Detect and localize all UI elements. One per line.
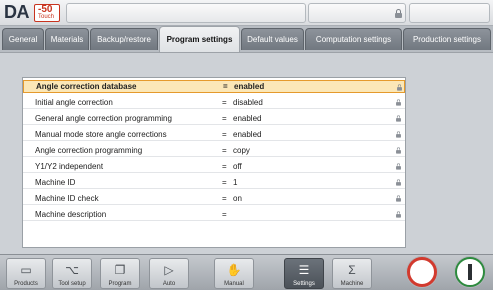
folder-icon: ▭ <box>20 263 32 277</box>
equals-sign: = <box>222 129 227 139</box>
nav-label: Products <box>14 281 38 287</box>
nav-tool-setup-button[interactable]: ⌥ Tool setup <box>52 258 92 289</box>
setting-row-angle-correction-database[interactable]: Angle correction database = enabled <box>23 80 405 93</box>
setting-value: enabled <box>234 82 265 91</box>
setting-label: Y1/Y2 independent <box>35 161 104 171</box>
setting-label: Machine description <box>35 209 107 219</box>
setting-value: on <box>233 193 242 203</box>
setting-row-initial-angle-correction[interactable]: Initial angle correction = disabled <box>23 96 405 109</box>
setting-label: Angle correction programming <box>35 145 143 155</box>
tab-backup-restore[interactable]: Backup/restore <box>90 28 158 50</box>
settings-list: Angle correction database = enabled Init… <box>22 77 406 248</box>
setting-value: off <box>233 161 242 171</box>
setting-row-machine-id-check[interactable]: Machine ID check = on <box>23 192 405 205</box>
lock-icon <box>396 211 401 218</box>
lock-icon <box>396 147 401 154</box>
list-icon: ☰ <box>298 263 310 277</box>
nav-label: Settings <box>293 281 315 287</box>
tab-default-values[interactable]: Default values <box>241 28 304 50</box>
setting-row-angle-correction-programming[interactable]: Angle correction programming = copy <box>23 144 405 157</box>
nav-auto-button[interactable]: ▷ Auto <box>149 258 189 289</box>
setting-value: enabled <box>233 113 262 123</box>
play-icon: ▷ <box>164 263 174 277</box>
lock-icon <box>396 115 401 122</box>
setting-label: General angle correction programming <box>35 113 172 123</box>
tool-icon: ⌥ <box>65 263 79 277</box>
setting-value: 1 <box>233 177 238 187</box>
tab-computation-settings[interactable]: Computation settings <box>305 28 402 50</box>
nav-label: Program <box>108 281 132 287</box>
model-suffix: Touch <box>38 14 55 20</box>
setting-label: Manual mode store angle corrections <box>35 129 167 139</box>
setting-row-general-angle-correction-programming[interactable]: General angle correction programming = e… <box>23 112 405 125</box>
lock-icon <box>396 163 401 170</box>
setting-label: Initial angle correction <box>35 97 113 107</box>
status-field <box>308 3 406 23</box>
brand-logo: DA -50 Touch <box>4 2 60 23</box>
tab-program-settings[interactable]: Program settings <box>159 26 240 52</box>
settings-tabs: General Materials Backup/restore Program… <box>0 26 493 52</box>
equals-sign: = <box>222 97 227 107</box>
tab-materials[interactable]: Materials <box>45 28 89 50</box>
nav-label: Manual <box>224 281 244 287</box>
start-icon <box>455 257 485 287</box>
lock-icon <box>396 179 401 186</box>
hand-icon: ✋ <box>226 263 242 277</box>
nav-label: Auto <box>162 281 176 287</box>
nav-program-button[interactable]: ❐ Program <box>100 258 140 289</box>
top-bar: DA -50 Touch <box>0 0 493 26</box>
nav-manual-button[interactable]: ✋ Manual <box>214 258 254 289</box>
setting-row-machine-id[interactable]: Machine ID = 1 <box>23 176 405 189</box>
start-button[interactable] <box>452 256 488 288</box>
nav-label: Tool setup <box>58 281 86 287</box>
setting-value: copy <box>233 145 250 155</box>
setting-row-y1y2-independent[interactable]: Y1/Y2 independent = off <box>23 160 405 173</box>
main-area: Angle correction database = enabled Init… <box>0 52 493 254</box>
setting-row-manual-mode-store[interactable]: Manual mode store angle corrections = en… <box>23 128 405 141</box>
nav-settings-button[interactable]: ☰ Settings <box>284 258 324 289</box>
lock-icon <box>396 195 401 202</box>
setting-label: Machine ID <box>35 177 76 187</box>
title-field <box>66 3 306 23</box>
setting-label: Angle correction database <box>36 82 137 91</box>
tab-production-settings[interactable]: Production settings <box>403 28 491 50</box>
stop-icon <box>407 257 437 287</box>
nav-products-button[interactable]: ▭ Products <box>6 258 46 289</box>
info-field <box>409 3 490 23</box>
equals-sign: = <box>223 82 228 91</box>
stop-button[interactable] <box>404 256 440 288</box>
nav-label: Machine <box>340 281 364 287</box>
equals-sign: = <box>222 113 227 123</box>
lock-icon <box>397 84 402 91</box>
lock-icon <box>396 131 401 138</box>
setting-row-machine-description[interactable]: Machine description = <box>23 208 405 221</box>
equals-sign: = <box>222 161 227 171</box>
nav-machine-button[interactable]: Σ Machine <box>332 258 372 289</box>
tab-general[interactable]: General <box>2 28 44 50</box>
setting-label: Machine ID check <box>35 193 99 203</box>
lock-icon[interactable] <box>395 9 402 18</box>
logo-text: DA <box>4 2 30 22</box>
equals-sign: = <box>222 193 227 203</box>
machine-icon: Σ <box>348 263 356 277</box>
setting-value: disabled <box>233 97 263 107</box>
equals-sign: = <box>222 145 227 155</box>
lock-icon <box>396 99 401 106</box>
model-badge: -50 Touch <box>34 4 60 22</box>
equals-sign: = <box>222 209 227 219</box>
equals-sign: = <box>222 177 227 187</box>
setting-value: enabled <box>233 129 262 139</box>
pages-icon: ❐ <box>114 263 126 277</box>
